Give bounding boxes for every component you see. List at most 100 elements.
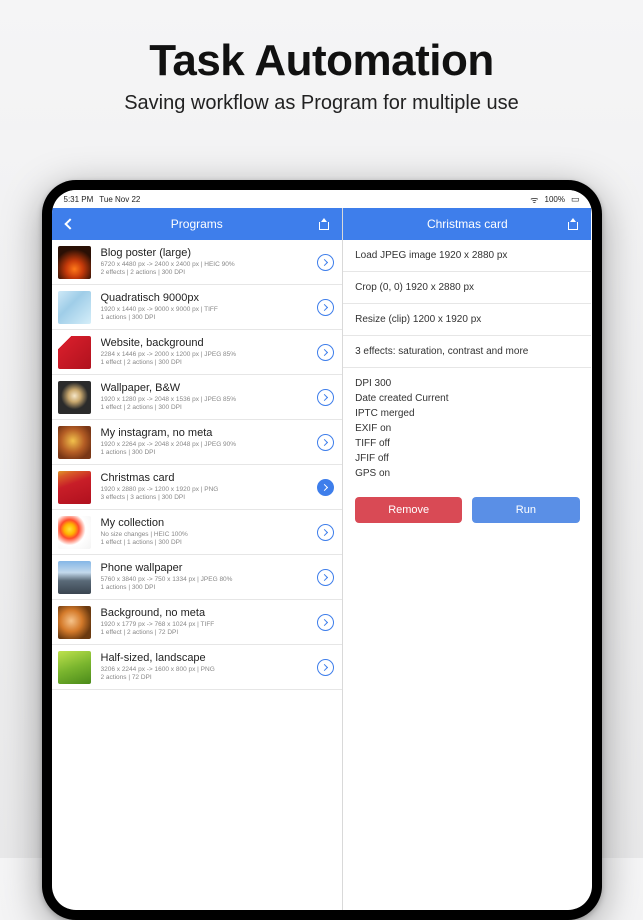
detail-step: Crop (0, 0) 1920 x 2880 px — [343, 272, 591, 304]
program-text: Phone wallpaper5760 x 3840 px -> 750 x 1… — [101, 562, 318, 592]
program-subtitle: 1920 x 1440 px -> 9000 x 9000 px | TIFF … — [101, 306, 318, 322]
disclosure-button[interactable] — [317, 614, 334, 631]
detail-meta-line: DPI 300 — [355, 376, 579, 391]
program-row[interactable]: Quadratisch 9000px1920 x 1440 px -> 9000… — [52, 285, 343, 330]
run-button[interactable]: Run — [472, 497, 579, 523]
program-row[interactable]: My collectionNo size changes | HEIC 100%… — [52, 510, 343, 555]
chevron-right-icon — [321, 528, 328, 535]
program-row[interactable]: Wallpaper, B&W1920 x 1280 px -> 2048 x 1… — [52, 375, 343, 420]
program-row[interactable]: Background, no meta1920 x 1779 px -> 768… — [52, 600, 343, 645]
detail-meta-line: JFIF off — [355, 451, 579, 466]
program-thumbnail — [58, 471, 91, 504]
tablet-frame: 5:31 PM Tue Nov 22 ᯤ 100% ▭ Programs Blo… — [42, 180, 602, 920]
chevron-left-icon — [64, 218, 75, 229]
program-subtitle: 1920 x 1280 px -> 2048 x 1536 px | JPEG … — [101, 396, 318, 412]
program-text: Christmas card1920 x 2880 px -> 1200 x 1… — [101, 472, 318, 502]
hero-title: Task Automation — [0, 36, 643, 86]
program-thumbnail — [58, 426, 91, 459]
program-title: Half-sized, landscape — [101, 652, 318, 665]
program-row[interactable]: Website, background2284 x 1446 px -> 200… — [52, 330, 343, 375]
program-subtitle: 5760 x 3840 px -> 750 x 1334 px | JPEG 8… — [101, 576, 318, 592]
back-button[interactable] — [62, 220, 78, 228]
disclosure-button[interactable] — [317, 389, 334, 406]
program-title: My collection — [101, 517, 318, 530]
chevron-right-icon — [321, 483, 328, 490]
program-subtitle: 3206 x 2244 px -> 1600 x 800 px | PNG 2 … — [101, 666, 318, 682]
remove-button[interactable]: Remove — [355, 497, 462, 523]
detail-meta-line: Date created Current — [355, 391, 579, 406]
detail-meta-line: GPS on — [355, 466, 579, 481]
program-thumbnail — [58, 651, 91, 684]
detail-step: Load JPEG image 1920 x 2880 px — [343, 240, 591, 272]
program-thumbnail — [58, 561, 91, 594]
program-text: My instagram, no meta1920 x 2264 px -> 2… — [101, 427, 318, 457]
detail-meta: DPI 300Date created CurrentIPTC mergedEX… — [343, 368, 591, 489]
chevron-right-icon — [321, 393, 328, 400]
left-navbar: Programs — [52, 208, 343, 240]
share-icon — [568, 218, 578, 230]
detail-step: Resize (clip) 1200 x 1920 px — [343, 304, 591, 336]
program-title: Phone wallpaper — [101, 562, 318, 575]
status-battery: 100% — [545, 195, 565, 204]
program-list: Blog poster (large)6720 x 4480 px -> 240… — [52, 240, 343, 910]
share-button-right[interactable] — [565, 218, 581, 230]
program-subtitle: 1920 x 2264 px -> 2048 x 2048 px | JPEG … — [101, 441, 318, 457]
chevron-right-icon — [321, 618, 328, 625]
detail-step: 3 effects: saturation, contrast and more — [343, 336, 591, 368]
program-row[interactable]: Christmas card1920 x 2880 px -> 1200 x 1… — [52, 465, 343, 510]
program-thumbnail — [58, 291, 91, 324]
chevron-right-icon — [321, 573, 328, 580]
battery-icon: ▭ — [571, 194, 580, 205]
disclosure-button[interactable] — [317, 569, 334, 586]
share-button-left[interactable] — [316, 218, 332, 230]
program-title: Background, no meta — [101, 607, 318, 620]
detail-meta-line: TIFF off — [355, 436, 579, 451]
disclosure-button[interactable] — [317, 434, 334, 451]
program-row[interactable]: Half-sized, landscape3206 x 2244 px -> 1… — [52, 645, 343, 690]
right-navbar: Christmas card — [343, 208, 591, 240]
program-text: Background, no meta1920 x 1779 px -> 768… — [101, 607, 318, 637]
program-detail: Load JPEG image 1920 x 2880 pxCrop (0, 0… — [343, 240, 591, 910]
disclosure-button[interactable] — [317, 344, 334, 361]
left-nav-title: Programs — [78, 217, 317, 231]
program-title: My instagram, no meta — [101, 427, 318, 440]
program-thumbnail — [58, 336, 91, 369]
share-icon — [319, 218, 329, 230]
wifi-icon: ᯤ — [530, 193, 538, 206]
status-date: Tue Nov 22 — [99, 195, 140, 204]
program-thumbnail — [58, 381, 91, 414]
disclosure-button[interactable] — [317, 479, 334, 496]
program-subtitle: 2284 x 1446 px -> 2000 x 1200 px | JPEG … — [101, 351, 318, 367]
program-text: My collectionNo size changes | HEIC 100%… — [101, 517, 318, 547]
chevron-right-icon — [321, 348, 328, 355]
hero-subtitle: Saving workflow as Program for multiple … — [0, 92, 643, 115]
program-text: Website, background2284 x 1446 px -> 200… — [101, 337, 318, 367]
program-thumbnail — [58, 516, 91, 549]
program-title: Blog poster (large) — [101, 247, 318, 260]
chevron-right-icon — [321, 438, 328, 445]
program-title: Wallpaper, B&W — [101, 382, 318, 395]
program-text: Quadratisch 9000px1920 x 1440 px -> 9000… — [101, 292, 318, 322]
status-time: 5:31 PM — [64, 195, 94, 204]
chevron-right-icon — [321, 258, 328, 265]
program-title: Christmas card — [101, 472, 318, 485]
program-text: Wallpaper, B&W1920 x 1280 px -> 2048 x 1… — [101, 382, 318, 412]
right-nav-title: Christmas card — [369, 217, 565, 231]
program-row[interactable]: Phone wallpaper5760 x 3840 px -> 750 x 1… — [52, 555, 343, 600]
program-subtitle: 1920 x 1779 px -> 768 x 1024 px | TIFF 1… — [101, 621, 318, 637]
disclosure-button[interactable] — [317, 299, 334, 316]
status-bar: 5:31 PM Tue Nov 22 ᯤ 100% ▭ — [52, 190, 592, 208]
program-text: Blog poster (large)6720 x 4480 px -> 240… — [101, 247, 318, 277]
program-thumbnail — [58, 606, 91, 639]
chevron-right-icon — [321, 303, 328, 310]
program-subtitle: 6720 x 4480 px -> 2400 x 2400 px | HEIC … — [101, 261, 318, 277]
program-row[interactable]: Blog poster (large)6720 x 4480 px -> 240… — [52, 240, 343, 285]
disclosure-button[interactable] — [317, 659, 334, 676]
detail-meta-line: EXIF on — [355, 421, 579, 436]
program-subtitle: 1920 x 2880 px -> 1200 x 1920 px | PNG 3… — [101, 486, 318, 502]
program-thumbnail — [58, 246, 91, 279]
program-row[interactable]: My instagram, no meta1920 x 2264 px -> 2… — [52, 420, 343, 465]
disclosure-button[interactable] — [317, 254, 334, 271]
disclosure-button[interactable] — [317, 524, 334, 541]
tablet-screen: 5:31 PM Tue Nov 22 ᯤ 100% ▭ Programs Blo… — [52, 190, 592, 910]
